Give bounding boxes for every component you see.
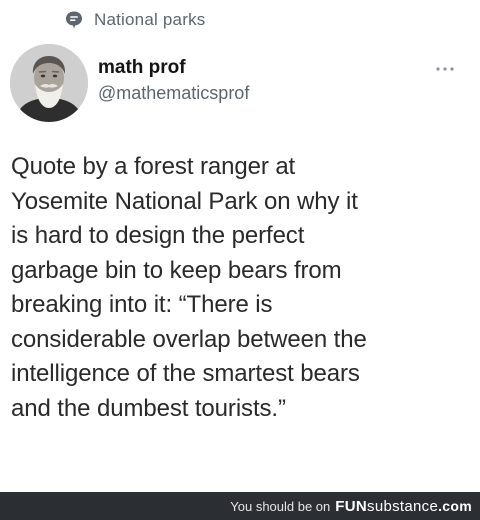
watermark-bar: You should be on FUNsubstance.com [0, 492, 480, 520]
watermark-brand-substance: substance [367, 497, 439, 515]
topic-speech-bubble-icon [64, 10, 84, 30]
topic-label: National parks [94, 10, 206, 29]
author-name[interactable]: math prof [98, 57, 249, 79]
tweet-screenshot: National parks math prof @mathematicspro… [0, 0, 480, 520]
watermark-domain: .com [438, 497, 472, 514]
watermark-prefix: You should be on [230, 498, 331, 514]
avatar[interactable] [10, 44, 88, 122]
ellipsis-icon [435, 59, 455, 77]
topic-header[interactable]: National parks [64, 6, 205, 34]
watermark-brand-fun: FUN [335, 497, 368, 515]
tweet-text: Quote by a forest ranger at Yosemite Nat… [11, 153, 367, 422]
more-options-button[interactable] [432, 60, 458, 76]
author-info: math prof @mathematicsprof [98, 57, 249, 105]
author-handle[interactable]: @mathematicsprof [98, 81, 249, 105]
watermark-brand: FUNsubstance.com [335, 498, 472, 515]
